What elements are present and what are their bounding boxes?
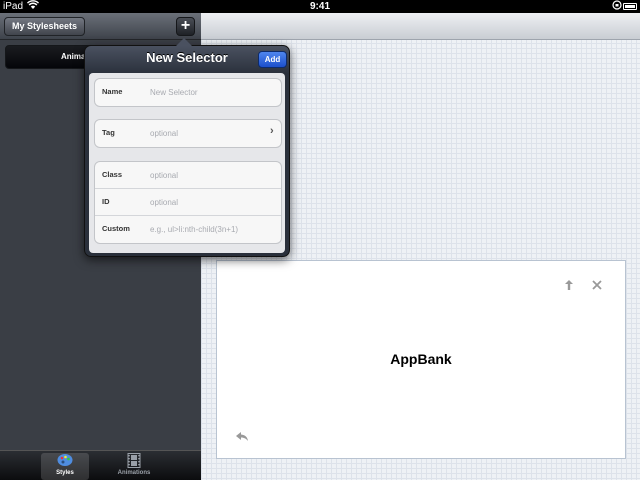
battery-icon bbox=[623, 3, 637, 10]
undo-icon[interactable] bbox=[236, 432, 249, 445]
chevron-right-icon: › bbox=[270, 125, 274, 137]
tab-bar: Styles Animations bbox=[0, 450, 201, 480]
popover-arrow bbox=[176, 38, 192, 46]
tag-field[interactable] bbox=[150, 126, 275, 140]
custom-row: Custom bbox=[95, 216, 281, 243]
status-bar: iPad 9:41 bbox=[0, 0, 640, 13]
class-row: Class bbox=[95, 162, 281, 189]
canvas-toolbar bbox=[201, 13, 640, 40]
tab-animations-label: Animations bbox=[117, 470, 151, 476]
tag-row[interactable]: Tag › bbox=[95, 120, 281, 147]
attributes-group: Class ID Custom bbox=[94, 161, 282, 244]
custom-label: Custom bbox=[102, 224, 130, 233]
sidebar-toolbar: My Stylesheets + bbox=[0, 13, 201, 40]
my-stylesheets-button[interactable]: My Stylesheets bbox=[4, 17, 86, 36]
class-label: Class bbox=[102, 170, 123, 179]
name-label: Name bbox=[102, 87, 123, 96]
new-selector-popover: New Selector Add Name Tag › Class ID bbox=[84, 38, 290, 257]
name-field[interactable] bbox=[150, 85, 275, 99]
popover-body: Name Tag › Class ID Custom bbox=[89, 73, 285, 253]
id-field[interactable] bbox=[150, 195, 275, 209]
tag-group: Tag › bbox=[94, 119, 282, 148]
tab-styles-label: Styles bbox=[56, 470, 74, 476]
film-icon bbox=[110, 453, 158, 470]
id-row: ID bbox=[95, 189, 281, 216]
palette-icon bbox=[41, 453, 89, 470]
close-icon[interactable] bbox=[592, 277, 602, 293]
name-group: Name bbox=[94, 78, 282, 107]
preview-title: AppBank bbox=[390, 351, 452, 367]
add-selector-button[interactable]: + bbox=[176, 17, 195, 36]
class-field[interactable] bbox=[150, 168, 275, 182]
tab-styles[interactable]: Styles bbox=[41, 453, 89, 480]
clock: 9:41 bbox=[309, 1, 330, 12]
tag-label: Tag bbox=[102, 128, 115, 137]
add-button[interactable]: Add bbox=[258, 51, 287, 68]
custom-field[interactable] bbox=[150, 222, 275, 236]
tab-animations[interactable]: Animations bbox=[110, 453, 158, 480]
rotation-lock-icon bbox=[612, 0, 622, 13]
name-row: Name bbox=[95, 79, 281, 106]
id-label: ID bbox=[102, 197, 110, 206]
arrow-up-icon[interactable] bbox=[565, 279, 573, 293]
preview-card: AppBank bbox=[216, 260, 626, 459]
